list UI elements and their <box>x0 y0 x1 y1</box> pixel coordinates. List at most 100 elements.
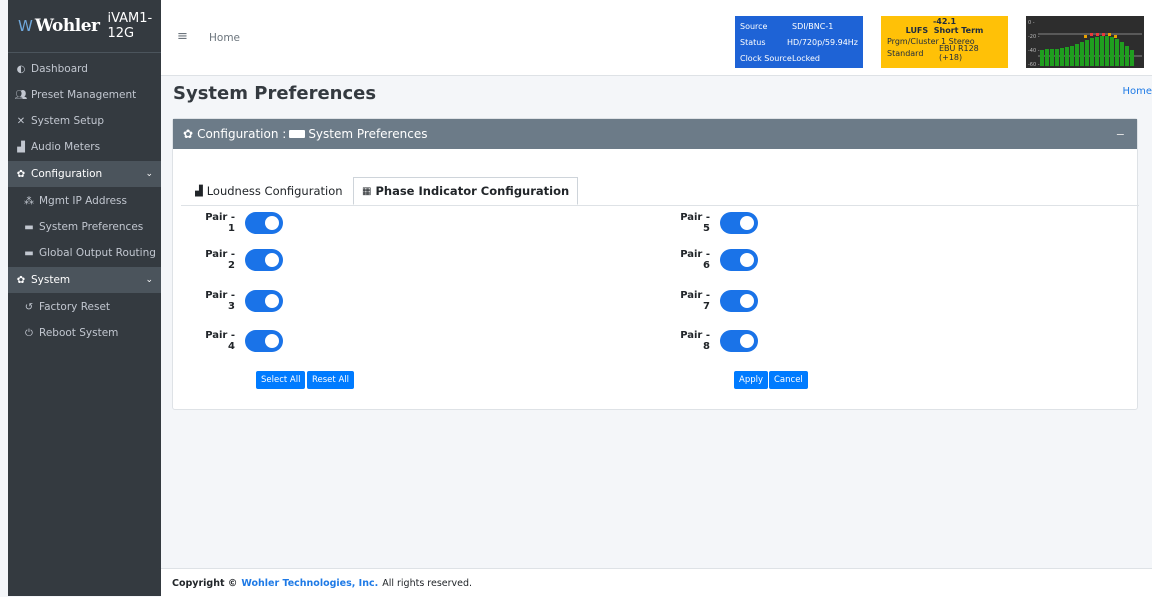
audio-meter-thumbnail[interactable]: 0 - -20 - -40 - -60 - <box>1026 16 1144 68</box>
select-all-button[interactable]: Select All <box>256 371 306 389</box>
pair-label: Pair - 5 <box>680 212 710 234</box>
card-header-prefix: Configuration : <box>197 127 287 141</box>
sidebar-item-mgmt-ip-address[interactable]: ⁂ Mgmt IP Address <box>8 188 161 214</box>
users-icon: 👥︎ <box>14 89 28 101</box>
wohler-logo-icon: W <box>18 17 33 35</box>
sidebar-item-system-preferences[interactable]: ▬ System Preferences <box>8 214 161 240</box>
dashboard-icon: ◐ <box>16 63 26 75</box>
audio-meter-graphic: 0 - -20 - -40 - -60 - <box>1028 20 1142 68</box>
sidebar-item-label: Reboot System <box>39 327 119 339</box>
standard-key: Standard <box>887 48 924 58</box>
source-value: SDI/BNC-1 <box>792 21 834 31</box>
meter-scale-label: -40 - <box>1028 48 1040 54</box>
source-status-panel: Source SDI/BNC-1 Status HD/720p/59.94Hz Cl… <box>735 16 863 68</box>
toggle-knob <box>740 294 754 308</box>
tools-icon: ✕ <box>16 115 26 127</box>
company-link[interactable]: Wohler Technologies, Inc. <box>241 578 378 589</box>
grid-icon: ▦ <box>362 185 372 197</box>
tab-label: Phase Indicator Configuration <box>375 184 570 198</box>
meter-scale-label: -60 - <box>1028 62 1040 68</box>
toggle-knob <box>740 216 754 230</box>
sidebar-item-label: System Setup <box>31 115 105 127</box>
chart-icon: ▟ <box>195 185 203 197</box>
meter-scale-label: 0 - <box>1028 20 1035 26</box>
sidebar-item-system-setup[interactable]: ✕ System Setup <box>8 108 161 134</box>
pair-label: Pair - 4 <box>205 330 235 352</box>
pair-3-toggle[interactable] <box>245 290 283 312</box>
sidebar-item-label: Audio Meters <box>31 141 101 153</box>
chevron-down-icon: ⌄ <box>145 169 153 179</box>
copyright-prefix: Copyright © <box>172 577 238 589</box>
toggle-knob <box>740 253 754 267</box>
sidebar-item-audio-meters[interactable]: ▟ Audio Meters <box>8 134 161 160</box>
sidebar-group-system[interactable]: ✿ System ⌄ <box>8 267 161 293</box>
toggle-knob <box>740 334 754 348</box>
sidebar-group-configuration[interactable]: ✿ Configuration ⌄ <box>8 161 161 187</box>
gear-icon: ✿ <box>16 168 26 180</box>
sidebar-item-reboot-system[interactable]: ⏻ Reboot System <box>8 320 161 346</box>
reset-all-button[interactable]: Reset All <box>307 371 354 389</box>
sidebar-item-label: System <box>31 274 71 286</box>
chart-icon: ▟ <box>17 141 25 153</box>
tab-phase-indicator-configuration[interactable]: ▦ Phase Indicator Configuration <box>353 177 579 205</box>
status-key: Status <box>740 37 766 47</box>
sidebar-item-label: Factory Reset <box>39 301 111 313</box>
pair-label: Pair - 3 <box>205 290 235 312</box>
pair-row: Pair - 2 <box>195 249 283 271</box>
apply-button[interactable]: Apply <box>734 371 768 389</box>
pair-label: Pair - 1 <box>205 212 235 234</box>
pair-row: Pair - 1 <box>195 212 283 234</box>
keyboard-icon: ▬ <box>24 247 34 259</box>
toggle-knob <box>265 216 279 230</box>
toggle-knob <box>265 334 279 348</box>
loudness-panel: -42.1 LUFS Short Term Prgm/Cluster 1 Ster… <box>881 16 1008 68</box>
config-card: ✿ Configuration : System Preferences − ▟… <box>172 118 1139 410</box>
meter-bars <box>1040 33 1134 66</box>
pair-row: Pair - 6 <box>670 249 758 271</box>
topbar-home-link[interactable]: Home <box>209 32 240 44</box>
brand-model: iVAM1-12G <box>107 11 153 41</box>
pair-6-toggle[interactable] <box>720 249 758 271</box>
toggle-knob <box>265 294 279 308</box>
power-icon: ⏻ <box>25 327 33 339</box>
sidebar: W Wohler iVAM1-12G ◐ Dashboard 👥︎ Preset… <box>8 0 161 596</box>
meter-scale-label: -20 - <box>1028 34 1040 40</box>
pair-label: Pair - 8 <box>680 330 710 352</box>
lufs-mode: Short Term <box>933 26 984 35</box>
pair-label: Pair - 2 <box>205 249 235 271</box>
cancel-button[interactable]: Cancel <box>769 371 808 389</box>
chevron-down-icon: ⌄ <box>145 275 153 285</box>
pair-row: Pair - 5 <box>670 212 758 234</box>
pair-1-toggle[interactable] <box>245 212 283 234</box>
sidebar-item-label: Mgmt IP Address <box>39 195 127 207</box>
collapse-button[interactable]: − <box>1116 128 1125 141</box>
toggle-knob <box>265 253 279 267</box>
footer: Copyright © Wohler Technologies, Inc. Al… <box>161 568 1152 597</box>
gear-icon: ✿ <box>183 127 194 141</box>
sidebar-item-factory-reset[interactable]: ↺ Factory Reset <box>8 294 161 320</box>
pair-7-toggle[interactable] <box>720 290 758 312</box>
copyright-suffix: All rights reserved. <box>382 577 473 589</box>
pair-5-toggle[interactable] <box>720 212 758 234</box>
pair-4-toggle[interactable] <box>245 330 283 352</box>
breadcrumb[interactable]: Home <box>1122 86 1152 97</box>
sidebar-item-global-output-routing[interactable]: ▬ Global Output Routing <box>8 240 161 266</box>
keyboard-icon <box>289 130 306 138</box>
sidebar-item-preset-management[interactable]: 👥︎ Preset Management <box>8 82 161 108</box>
tab-label: Loudness Configuration <box>206 184 343 198</box>
status-value: HD/720p/59.94Hz <box>786 37 858 47</box>
prgm-cluster-key: Prgm/Cluster <box>887 36 939 46</box>
pair-row: Pair - 4 <box>195 330 283 352</box>
sidebar-item-dashboard[interactable]: ◐ Dashboard <box>8 56 161 82</box>
pair-2-toggle[interactable] <box>245 249 283 271</box>
pair-row: Pair - 7 <box>670 290 758 312</box>
clock-source-value: Locked <box>792 53 820 63</box>
hamburger-menu-icon[interactable]: ≡ <box>177 29 188 44</box>
pair-row: Pair - 3 <box>195 290 283 312</box>
pair-8-toggle[interactable] <box>720 330 758 352</box>
page-title: System Preferences <box>173 83 377 104</box>
brand[interactable]: W Wohler iVAM1-12G <box>8 0 161 53</box>
tab-loudness-configuration[interactable]: ▟ Loudness Configuration <box>187 177 351 205</box>
sidebar-item-label: Configuration <box>31 168 103 180</box>
source-key: Source <box>740 21 768 31</box>
